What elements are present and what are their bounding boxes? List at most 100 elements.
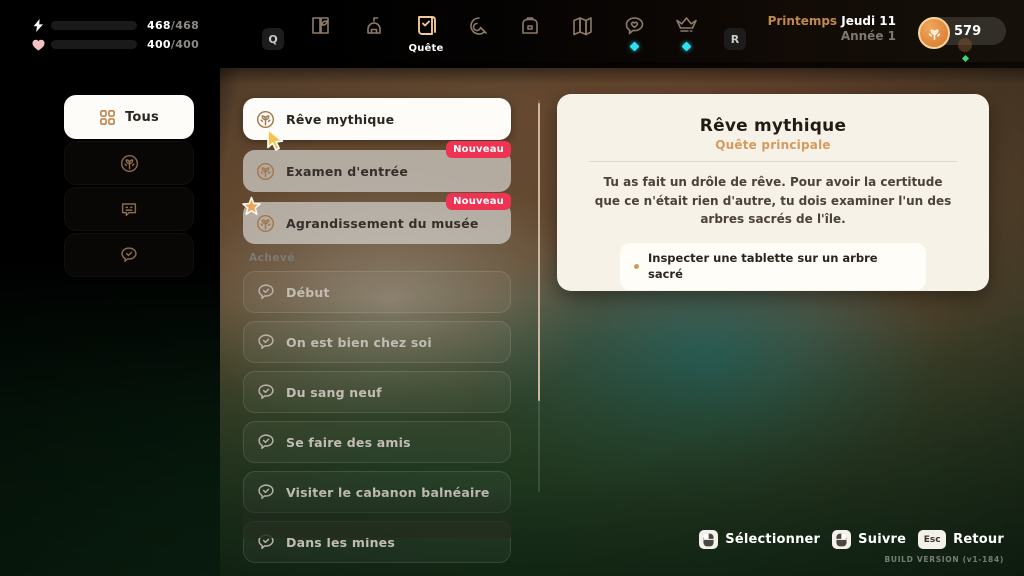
- quest-objective-text: Inspecter une tablette sur un arbre sacr…: [648, 250, 878, 282]
- plant-circle-icon: [256, 110, 275, 128]
- new-item-star-icon: [240, 196, 263, 223]
- quest-list-item-completed[interactable]: Dans les mines: [243, 521, 511, 563]
- nav-item-quests-label: Quête: [408, 43, 444, 54]
- nav-item-rank-notification-dot: [681, 41, 691, 52]
- quest-list-item-active[interactable]: Agrandissement du musée Nouveau: [243, 193, 511, 244]
- player-stats: 468/468 400/400: [30, 18, 199, 52]
- hotkey-q-chip: Q: [250, 0, 296, 68]
- nav-item-relationships-notification-dot: [629, 41, 639, 52]
- energy-bar-track: [51, 21, 137, 30]
- nav-item-relationships[interactable]: [608, 0, 660, 68]
- nav-item-quests[interactable]: Quête: [400, 0, 452, 68]
- stat-energy: 468/468: [30, 18, 199, 33]
- control-hints: Sélectionner Suivre Esc Retour: [699, 530, 1004, 549]
- nav-item-skills[interactable]: [452, 0, 504, 68]
- filter-button-all[interactable]: Tous: [64, 95, 194, 139]
- filter-button-side-quests[interactable]: [64, 233, 194, 277]
- hint-follow-label: Suivre: [858, 532, 907, 547]
- nav-item-inventory[interactable]: [504, 0, 556, 68]
- year-label: Année 1: [840, 29, 896, 43]
- plant-circle-icon: [256, 162, 275, 180]
- key-q-label: Q: [262, 28, 284, 50]
- quest-title: Dans les mines: [286, 534, 395, 550]
- mouse-right-click-icon: [832, 530, 852, 549]
- quest-objective-item[interactable]: Inspecter une tablette sur un arbre sacr…: [620, 242, 926, 291]
- quest-title: On est bien chez soi: [286, 334, 432, 350]
- filter-button-bulletin[interactable]: [64, 187, 194, 231]
- quest-title: Agrandissement du musée: [286, 215, 479, 231]
- energy-current: 468: [147, 19, 171, 32]
- quest-title: Début: [286, 284, 330, 300]
- chat-check-icon: [258, 434, 274, 449]
- quest-title: Visiter le cabanon balnéaire: [286, 484, 490, 500]
- hotkey-r-chip: R: [712, 0, 758, 68]
- quest-title: Examen d'entrée: [286, 163, 409, 179]
- grid-icon: [100, 109, 116, 125]
- hint-follow[interactable]: Suivre: [832, 530, 906, 549]
- book-leaf-icon: [311, 17, 329, 34]
- chat-check-icon: [121, 247, 137, 262]
- completed-section-header: Achevé: [249, 252, 295, 264]
- plant-circle-icon: [120, 154, 138, 172]
- board-icon: [121, 203, 137, 217]
- main-navigation: Q Quête R: [250, 0, 758, 68]
- hint-back-label: Retour: [953, 532, 1004, 547]
- quest-list-item-completed[interactable]: Début: [243, 271, 511, 313]
- quest-detail-panel: Rêve mythique Quête principale Tu as fai…: [557, 94, 989, 291]
- date-line: Printemps Jeudi 11: [768, 14, 896, 29]
- quest-title: Du sang neuf: [286, 384, 382, 400]
- chat-check-icon: [258, 284, 274, 299]
- nav-item-rank[interactable]: [660, 0, 712, 68]
- crown-icon: [675, 17, 697, 32]
- hint-back[interactable]: Esc Retour: [918, 530, 1004, 549]
- key-r-label: R: [724, 28, 746, 50]
- quest-detail-title: Rêve mythique: [699, 116, 847, 136]
- lightning-icon: [30, 18, 46, 33]
- health-current: 400: [147, 38, 171, 51]
- heart-icon: [30, 37, 46, 52]
- bullet-icon: [634, 263, 639, 269]
- energy-value: 468/468: [147, 19, 199, 32]
- quest-list-item-completed[interactable]: On est bien chez soi: [243, 321, 511, 363]
- quest-list-scrollbar-thumb[interactable]: [538, 103, 540, 401]
- backpack-icon: [522, 17, 538, 34]
- quest-filter-rail: Tous: [64, 95, 194, 279]
- top-hud-bar: 468/468 400/400 Q Quête R Printemps Jeud…: [0, 0, 1024, 84]
- building-icon: [367, 17, 381, 34]
- chat-check-icon: [258, 334, 274, 349]
- quest-list-item-completed[interactable]: Visiter le cabanon balnéaire: [243, 471, 511, 513]
- currency-secondary-dot: [961, 54, 970, 63]
- heart-chat-icon: [625, 17, 643, 35]
- chat-check-icon: [258, 384, 274, 399]
- date-display: Printemps Jeudi 11 Année 1: [768, 14, 896, 44]
- quest-list-item-completed[interactable]: Du sang neuf: [243, 371, 511, 413]
- nav-item-buildings[interactable]: [348, 0, 400, 68]
- nav-item-map[interactable]: [556, 0, 608, 68]
- status-badge-new: Nouveau: [446, 141, 511, 158]
- quest-detail-type: Quête principale: [715, 138, 831, 152]
- hint-select[interactable]: Sélectionner: [699, 530, 820, 549]
- health-bar-track: [51, 40, 137, 49]
- quest-detail-description: Tu as fait un drôle de rêve. Pour avoir …: [594, 175, 952, 227]
- energy-max: 468: [175, 19, 200, 32]
- filter-button-all-label: Tous: [125, 109, 159, 125]
- quest-title: Rêve mythique: [286, 111, 395, 127]
- health-max: 400: [175, 38, 200, 51]
- filter-button-main-quests[interactable]: [64, 141, 194, 185]
- mouse-cursor: [266, 128, 285, 156]
- status-badge-new: Nouveau: [446, 193, 511, 210]
- detail-divider: [589, 161, 957, 162]
- esc-key-icon: Esc: [918, 530, 947, 549]
- day-label: Jeudi 11: [841, 14, 896, 28]
- tool-icon: [469, 17, 487, 35]
- map-icon: [572, 17, 592, 36]
- health-value: 400/400: [147, 38, 199, 51]
- mouse-left-click-icon: [699, 530, 719, 549]
- stat-health: 400/400: [30, 37, 199, 52]
- currency-secondary-slot: [958, 38, 972, 52]
- quest-list-item-active[interactable]: Examen d'entrée Nouveau: [243, 141, 511, 192]
- build-version-label: BUILD VERSION (v1-184): [884, 555, 1004, 564]
- quest-list-item-completed[interactable]: Se faire des amis: [243, 421, 511, 463]
- hint-select-label: Sélectionner: [725, 532, 821, 547]
- nav-item-journal[interactable]: [296, 0, 348, 68]
